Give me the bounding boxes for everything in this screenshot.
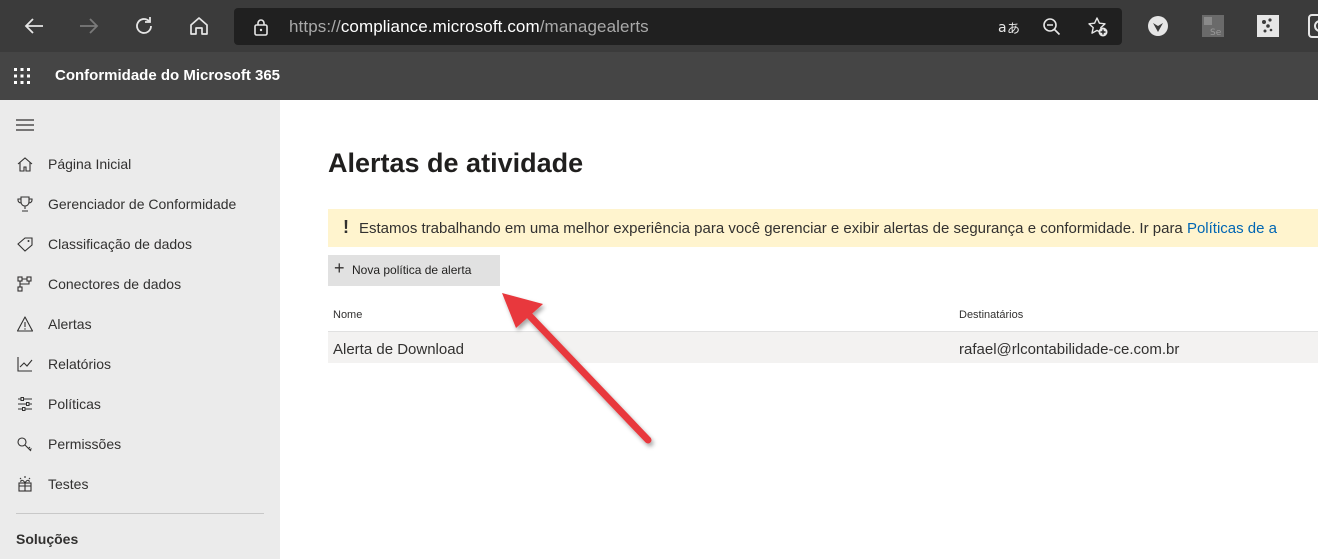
annotation-arrow (502, 293, 652, 444)
